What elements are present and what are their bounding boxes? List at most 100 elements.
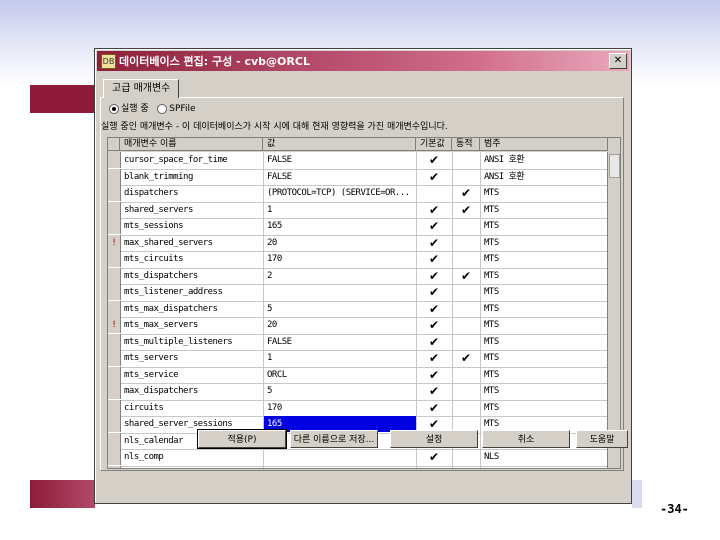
parameter-name: circuits [124,402,164,413]
parameter-category: MTS [484,303,499,314]
parameter-value[interactable]: 20 [263,317,416,333]
parameter-category: MTS [484,402,499,413]
parameter-name: mts_dispatchers [124,270,198,281]
table-row[interactable]: mts_circuits 170 ✔ MTS [108,251,608,269]
parameter-name: mts_sessions [124,221,184,231]
parameter-value[interactable]: (PROTOCOL=TCP) (SERVICE=OR... [263,185,416,201]
parameter-name: dispatchers [124,188,179,198]
table-row[interactable]: cursor_space_for_time FALSE ✔ ANSI 호환 [108,152,608,170]
table-header: 매개변수 이름 값 기본값 동적 범주 [108,138,620,152]
table-row[interactable]: mts_service ORCL ✔ MTS [108,366,608,384]
parameter-value[interactable]: 170 [263,251,416,267]
dynamic-empty [450,400,482,416]
header-value[interactable]: 값 [263,138,416,151]
table-row[interactable]: mts_servers 1 ✔ ✔ MTS [108,350,608,368]
table-row[interactable]: mts_multiple_listeners FALSE ✔ MTS [108,333,608,351]
dynamic-empty [450,152,482,168]
close-icon[interactable]: ✕ [609,53,627,69]
dynamic-check-icon: ✔ [460,202,472,217]
dynamic-empty [450,284,482,300]
parameter-category: MTS [484,386,499,396]
table-row[interactable]: shared_servers 1 ✔ ✔ MTS [108,201,608,219]
column-divider [480,152,481,468]
vertical-scrollbar[interactable] [607,152,620,468]
table-row[interactable]: mts_dispatchers 2 ✔ ✔ MTS [108,267,608,285]
table-row[interactable]: ! mts_max_servers 20 ✔ MTS [108,317,608,335]
settings-button[interactable]: 설정 [390,430,478,448]
default-check-icon: ✔ [428,268,440,283]
parameter-value[interactable]: 170 [263,400,416,416]
radio-running[interactable]: 실행 중 [109,103,149,114]
parameter-value[interactable]: 20 [263,235,416,251]
header-dynamic[interactable]: 동적 [452,138,480,151]
parameter-value[interactable]: ORCL [263,367,416,383]
parameter-value[interactable]: 2 [263,268,416,284]
parameter-value[interactable]: 5 [263,301,416,317]
parameter-value[interactable]: 165 [263,218,416,234]
parameter-table: 매개변수 이름 값 기본값 동적 범주 cursor_space_for_tim… [107,137,621,469]
dynamic-empty [450,383,482,399]
title-bar[interactable]: DB 데이터베이스 편집: 구성 - cvb@ORCL ✕ [97,51,629,71]
default-check-icon: ✔ [428,318,440,332]
column-divider [452,152,453,468]
apply-button[interactable]: 적용(P) [197,429,287,449]
parameter-value[interactable]: 5 [263,383,416,399]
cancel-button[interactable]: 취소 [482,430,570,448]
default-check-icon: ✔ [428,400,440,415]
parameter-value[interactable]: 1 [263,202,416,218]
table-row[interactable]: mts_listener_address ✔ MTS [108,284,608,302]
save-as-button[interactable]: 다른 이름으로 저장... [290,430,378,448]
radio-selected-icon [109,103,119,114]
table-row[interactable]: mts_sessions 165 ✔ MTS [108,218,608,236]
tab-advanced-parameters[interactable]: 고급 매개변수 [103,79,180,98]
dynamic-check-icon: ✔ [460,186,472,200]
dynamic-empty [450,235,482,251]
table-row[interactable]: mts_max_dispatchers 5 ✔ MTS [108,300,608,318]
header-category[interactable]: 범주 [480,138,608,151]
dynamic-check-icon: ✔ [460,351,472,365]
table-row[interactable]: circuits 170 ✔ MTS [108,399,608,417]
parameter-value[interactable]: 1 [263,350,416,366]
parameter-value[interactable] [263,449,416,465]
dynamic-empty [450,449,482,465]
parameter-category: MTS [484,353,499,363]
dynamic-empty [450,334,482,350]
radio-spfile[interactable]: SPFile [157,103,196,114]
default-check-icon: ✔ [428,153,440,167]
parameter-category: MTS [484,287,499,297]
parameter-value[interactable] [263,466,416,469]
parameter-name: max_dispatchers [124,386,198,396]
default-check-icon: ✔ [428,384,440,398]
table-row[interactable]: nls_... [108,465,608,469]
scrollbar-thumb[interactable] [609,154,620,178]
parameter-category: MTS [484,204,499,215]
table-row[interactable]: ! max_shared_servers 20 ✔ MTS [108,234,608,252]
page-number: -34- [660,502,689,516]
header-default[interactable]: 기본값 [416,138,452,151]
parameter-name: mts_circuits [124,254,184,264]
parameter-value[interactable]: FALSE [263,169,416,185]
table-row[interactable]: max_dispatchers 5 ✔ MTS [108,383,608,401]
parameter-name: nls_comp [124,452,164,462]
parameter-name: mts_listener_address [124,287,223,297]
window-title: 데이터베이스 편집: 구성 - cvb@ORCL [119,55,310,68]
header-name[interactable]: 매개변수 이름 [120,138,263,151]
parameter-name: mts_service [124,369,179,380]
app-icon: DB [101,54,116,69]
parameter-value[interactable] [263,284,416,300]
default-check-icon: ✔ [428,169,440,184]
dynamic-empty [450,251,482,267]
table-row[interactable]: dispatchers (PROTOCOL=TCP) (SERVICE=OR...… [108,185,608,203]
default-check-icon: ✔ [428,301,440,316]
parameter-category: MTS [484,254,499,264]
parameter-name: nls_... [120,466,263,469]
parameter-name: max_shared_servers [124,237,213,248]
parameter-category: NLS [484,452,499,462]
parameter-value[interactable]: FALSE [263,152,416,168]
parameter-value[interactable]: FALSE [263,334,416,350]
dynamic-check-icon: ✔ [460,268,472,283]
table-row[interactable]: nls_comp ✔ NLS [108,449,608,467]
default-check-icon: ✔ [428,219,440,233]
table-row[interactable]: blank_trimming FALSE ✔ ANSI 호환 [108,168,608,186]
help-button[interactable]: 도움말 [576,430,628,448]
